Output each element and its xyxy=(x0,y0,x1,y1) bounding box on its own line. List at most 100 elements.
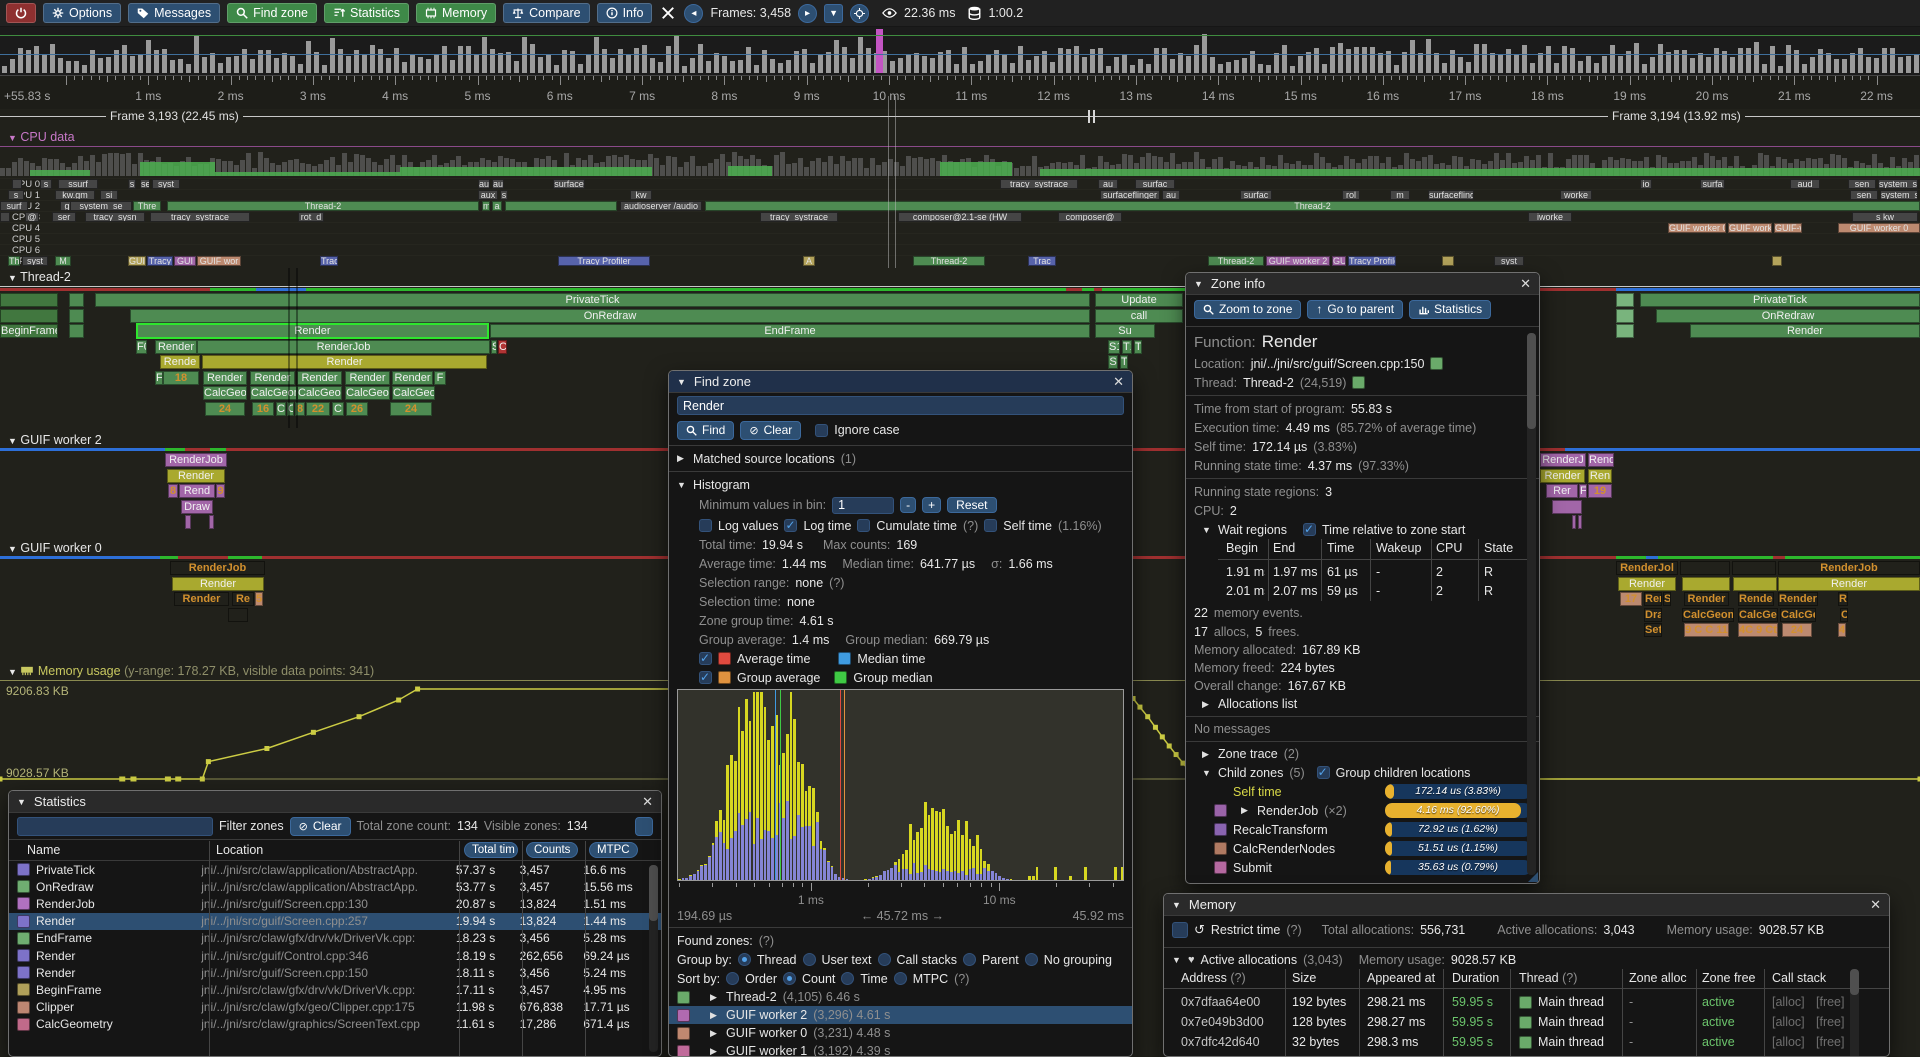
timeline-zone[interactable]: 24 xyxy=(205,402,245,416)
timeline-zone[interactable]: Render xyxy=(345,371,390,385)
cpu-zone[interactable]: GUIF w xyxy=(1332,256,1346,266)
stat-row[interactable]: EndFramejni/../jni/src/claw/gfx/drv/vk/D… xyxy=(9,930,661,947)
timeline-zone[interactable]: RenderJol xyxy=(1616,561,1678,575)
memory-usage-header[interactable]: ▼ Memory usage (y-range: 178.27 KB, visi… xyxy=(8,664,374,678)
timeline-zone[interactable] xyxy=(1732,561,1776,575)
group-by-no-grouping-radio[interactable] xyxy=(1025,953,1038,966)
cpu-zone[interactable]: surfac xyxy=(1240,190,1272,200)
timeline-zone[interactable]: 22 xyxy=(306,402,330,416)
timeline-zone[interactable]: Render xyxy=(1690,324,1920,338)
timeline-zone[interactable]: Rende xyxy=(160,355,200,369)
group-by-thread-radio[interactable] xyxy=(738,953,751,966)
child-zone-row[interactable]: Self time172.14 us (3.83%) xyxy=(1186,782,1539,801)
cpu-zone[interactable]: m xyxy=(482,201,490,211)
timeline-zone[interactable]: Ren xyxy=(1588,469,1612,483)
sort-by-count-radio[interactable] xyxy=(783,972,796,985)
timeline-zone[interactable]: CalcGeo xyxy=(392,386,435,400)
collapse-icon[interactable]: ▼ xyxy=(1172,955,1182,965)
go-to-parent-button[interactable]: ↑Go to parent xyxy=(1307,300,1403,319)
cpu-zone[interactable]: surface xyxy=(553,179,585,189)
stat-row[interactable]: BeginFramejni/../jni/src/claw/gfx/drv/vk… xyxy=(9,981,661,998)
close-icon[interactable]: ✕ xyxy=(642,794,653,810)
prev-frame-button[interactable]: ◂ xyxy=(684,4,703,23)
cpu-zone[interactable]: syst xyxy=(152,179,180,189)
stat-row[interactable]: Renderjni/../jni/src/guif/Screen.cpp:150… xyxy=(9,964,661,981)
cpu-zone[interactable]: s xyxy=(8,190,24,200)
cpu-zone[interactable]: syst xyxy=(1494,256,1524,266)
timeline-zone[interactable]: Render xyxy=(203,371,247,385)
timeline-zone[interactable] xyxy=(209,515,214,529)
plus-button[interactable]: + xyxy=(922,497,941,513)
timeline-zone[interactable]: Render xyxy=(174,592,229,606)
time-ruler[interactable]: 1 ms2 ms3 ms4 ms5 ms6 ms7 ms8 ms9 ms10 m… xyxy=(0,75,1920,109)
cpu-zone[interactable]: surfaceflinge xyxy=(1428,190,1474,200)
timeline-zone[interactable]: EndFrame xyxy=(490,324,1090,338)
timeline-zone[interactable]: F xyxy=(434,371,446,385)
cpu-zone[interactable]: a xyxy=(492,201,502,211)
reset-button[interactable]: Reset xyxy=(947,497,996,513)
tools-icon[interactable] xyxy=(661,6,675,20)
cpu-zone[interactable]: kw xyxy=(630,190,652,200)
show-group-checkbox[interactable] xyxy=(699,671,712,684)
cpu-zone[interactable]: Thread-2 xyxy=(1208,256,1264,266)
collapse-icon[interactable]: ▼ xyxy=(1202,525,1212,535)
cpu-zone[interactable]: tracy_systrace xyxy=(150,212,250,222)
timeline-zone[interactable]: Render xyxy=(297,371,342,385)
timeline-zone[interactable]: Render xyxy=(1778,592,1818,606)
limit-button[interactable] xyxy=(635,817,653,836)
close-icon[interactable]: ✕ xyxy=(1113,374,1124,390)
cpu-zone[interactable]: Tracy Profiler xyxy=(1348,256,1396,266)
cpu-zone[interactable]: system_se xyxy=(70,201,132,211)
cpu-zone[interactable]: tracy_sysn xyxy=(85,212,145,222)
timeline-zone[interactable]: Set xyxy=(1644,623,1662,637)
timeline-zone[interactable]: Render xyxy=(167,469,225,483)
stat-row[interactable]: PrivateTickjni/../jni/src/claw/applicati… xyxy=(9,861,661,878)
timeline-zone[interactable]: Rer xyxy=(1546,484,1578,498)
cpu-zone[interactable]: Th xyxy=(8,256,20,266)
timeline-zone[interactable]: T1 xyxy=(1134,340,1142,354)
timeline-zone[interactable]: Render xyxy=(1618,577,1676,591)
timeline-zone[interactable]: 8 xyxy=(168,484,178,498)
child-zone-row[interactable]: CalcRenderNodes51.51 us (1.15%) xyxy=(1186,839,1539,858)
zone-statistics-button[interactable]: Statistics xyxy=(1409,300,1491,319)
timeline-zone[interactable]: CalcGeor xyxy=(297,386,342,400)
messages-button[interactable]: Messages xyxy=(128,3,220,23)
cpu-zone[interactable]: GUIF xyxy=(128,256,146,266)
timeline-zone[interactable]: Re xyxy=(232,592,254,606)
found-zone-group[interactable]: ▶GUIF worker 0(3,231) 4.48 s xyxy=(669,1024,1132,1042)
cpu-zone[interactable]: Thre xyxy=(133,201,161,211)
timeline-zone[interactable]: FF xyxy=(1579,484,1587,498)
timeline-zone[interactable] xyxy=(1616,309,1634,323)
timeline-zone[interactable]: RenderJob xyxy=(1778,561,1920,575)
stat-row[interactable]: OnRedrawjni/../jni/src/claw/application/… xyxy=(9,878,661,895)
group-by-call-stacks-radio[interactable] xyxy=(878,953,891,966)
timeline-zone[interactable]: 24 xyxy=(390,402,432,416)
group-by-user-text-radio[interactable] xyxy=(803,953,816,966)
cpu-zone[interactable]: surf xyxy=(0,201,28,211)
cpu-zone[interactable]: audioserver /audio xyxy=(620,201,702,211)
cpu-zone[interactable]: ssurf xyxy=(58,179,98,189)
cpu-zone[interactable]: syst xyxy=(22,256,48,266)
sort-by-time-radio[interactable] xyxy=(841,972,854,985)
cpu-zone[interactable]: Tracy xyxy=(147,256,173,266)
timeline-zone[interactable]: Render xyxy=(1540,469,1585,483)
group-children-checkbox[interactable] xyxy=(1317,766,1330,779)
timeline-zone[interactable]: F0 xyxy=(136,340,147,354)
sort-by-mtpc-radio[interactable] xyxy=(894,972,907,985)
close-icon[interactable]: ✕ xyxy=(1870,897,1881,913)
cpu-zone[interactable]: rot_d xyxy=(298,212,324,222)
cpu-zone[interactable]: GUIF-w xyxy=(1774,223,1802,233)
cpu-zone[interactable]: ser xyxy=(52,212,76,222)
stat-row[interactable]: CalcGeometryjni/../jni/src/claw/graphics… xyxy=(9,1016,661,1033)
timeline-zone[interactable]: 5 xyxy=(255,592,263,606)
frame-label-2[interactable]: Frame 3,194 (13.92 ms) xyxy=(1608,109,1745,123)
timeline-zone[interactable]: S xyxy=(1108,355,1118,369)
cpu-zone[interactable]: iworke xyxy=(1528,212,1572,222)
close-icon[interactable]: ✕ xyxy=(1520,276,1531,292)
find-zone-button[interactable]: Find zone xyxy=(227,3,317,23)
frame-overview-strip[interactable] xyxy=(0,27,1920,75)
timeline-zone[interactable] xyxy=(1616,324,1634,338)
timeline-zone[interactable] xyxy=(69,293,84,307)
scrollbar[interactable] xyxy=(1527,333,1536,875)
cpu-zone[interactable]: rol xyxy=(1342,190,1360,200)
